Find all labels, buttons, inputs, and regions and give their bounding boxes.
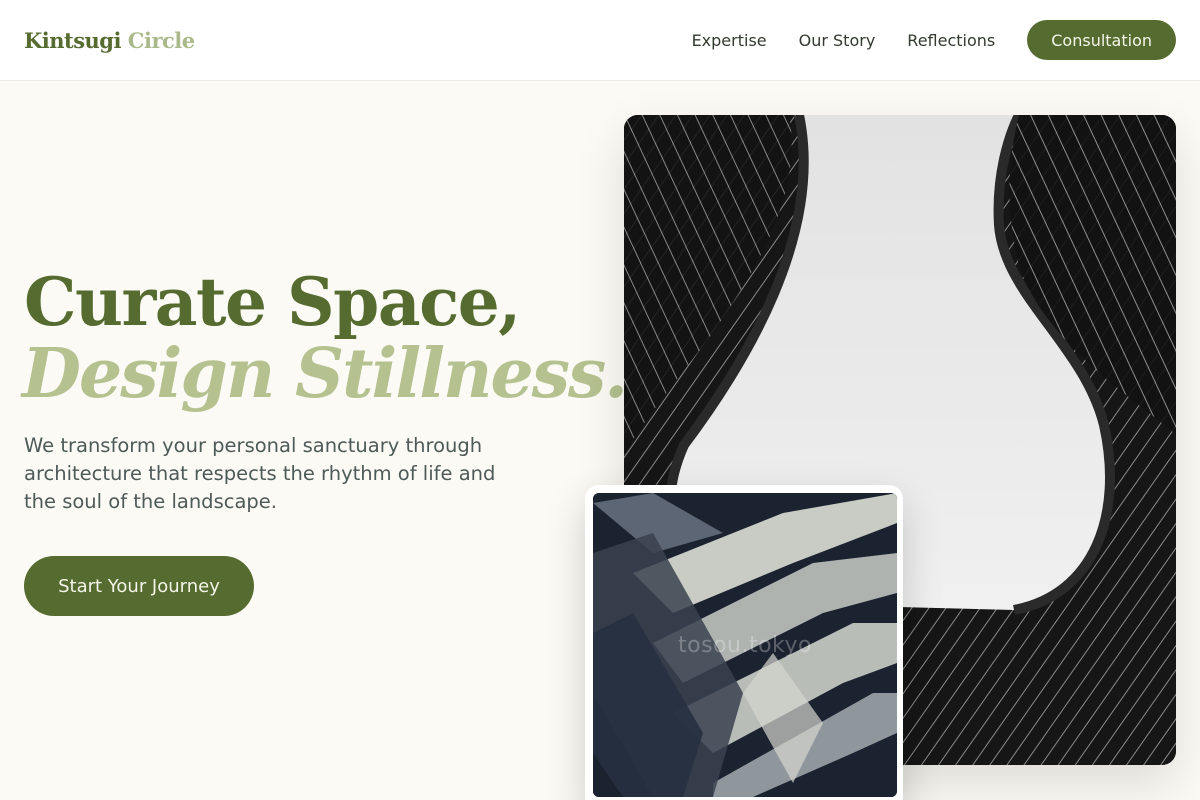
nav-link-our-story[interactable]: Our Story [799,31,876,50]
building-facade-photo: tosou.tokyo [593,493,897,797]
hero-title-line-1: Curate Space, [24,263,521,341]
logo[interactable]: Kintsugi Circle [24,28,195,53]
hero-description: We transform your personal sanctuary thr… [24,434,496,513]
logo-word-1: Kintsugi [24,27,121,53]
secondary-photo-frame: tosou.tokyo [585,485,903,800]
logo-word-2: Circle [127,27,195,53]
consultation-button[interactable]: Consultation [1027,20,1176,60]
start-journey-button[interactable]: Start Your Journey [24,556,254,616]
nav-link-reflections[interactable]: Reflections [907,31,995,50]
image-watermark: tosou.tokyo [678,633,812,658]
nav-link-expertise[interactable]: Expertise [692,31,767,50]
hero-title-line-2: Design Stillness. [22,334,628,414]
main-nav: Expertise Our Story Reflections Consulta… [692,20,1176,60]
site-header: Kintsugi Circle Expertise Our Story Refl… [0,0,1200,81]
